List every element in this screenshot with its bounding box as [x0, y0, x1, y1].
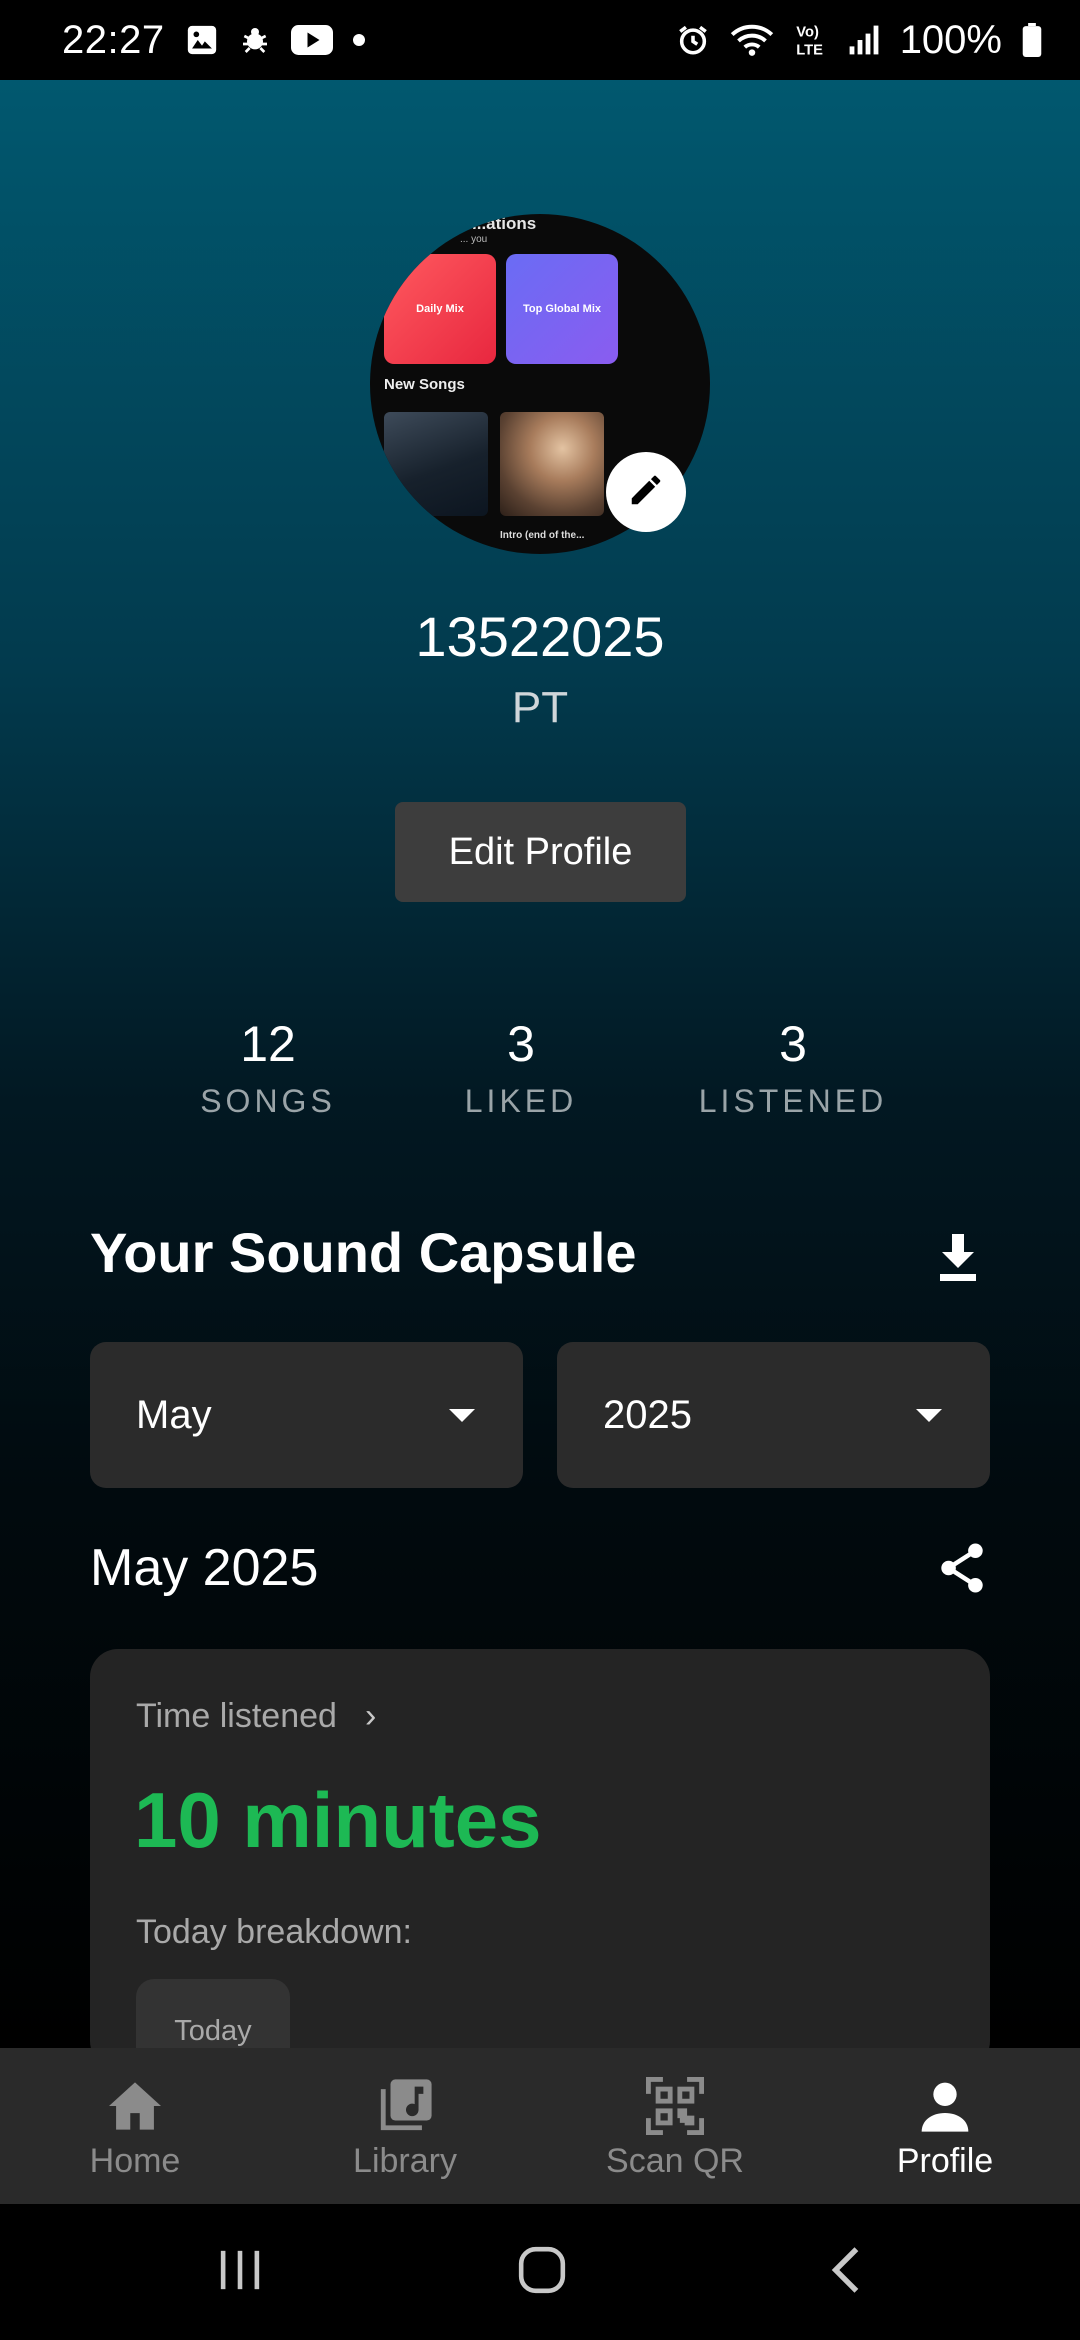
avatar-preview-subtitle: ... you — [460, 234, 488, 245]
qr-icon — [643, 2074, 707, 2138]
avatar-preview-cover-2 — [500, 412, 604, 516]
system-nav-bar — [0, 2204, 1080, 2340]
avatar-preview-cover-1 — [384, 412, 488, 516]
month-value: May — [136, 1392, 212, 1437]
battery-icon — [1022, 23, 1042, 57]
nav-home[interactable]: Home — [0, 2048, 270, 2204]
lte-icon: Vo) LTE — [794, 22, 828, 58]
library-icon — [373, 2074, 437, 2138]
caret-down-icon — [916, 1408, 942, 1422]
status-right: Vo) LTE 100% — [676, 18, 1042, 63]
stat-value: 3 — [779, 1016, 807, 1072]
home-circle-icon — [517, 2245, 567, 2300]
svg-text:Vo): Vo) — [796, 25, 819, 41]
avatar-preview-caption-1: ... — [450, 530, 459, 541]
period-title: May 2025 — [90, 1539, 319, 1597]
stats-row: 12 SONGS 3 LIKED 3 LISTENED — [0, 1015, 1080, 1135]
recents-icon — [217, 2248, 263, 2297]
nav-label: Profile — [896, 2142, 994, 2180]
stat-liked: 3 LIKED — [391, 1015, 651, 1120]
nav-library[interactable]: Library — [270, 2048, 540, 2204]
download-button[interactable] — [928, 1230, 988, 1290]
avatar-preview-section: New Songs — [384, 376, 465, 393]
sound-capsule-title: Your Sound Capsule — [90, 1221, 637, 1284]
download-icon — [936, 1233, 980, 1287]
back-icon — [828, 2245, 864, 2300]
display-name: PT — [511, 683, 569, 732]
signal-icon — [848, 24, 880, 56]
stat-label: LISTENED — [698, 1083, 888, 1119]
back-button[interactable] — [806, 2242, 886, 2302]
month-dropdown[interactable]: May — [90, 1342, 523, 1488]
bug-icon — [239, 24, 271, 56]
stat-value: 12 — [240, 1016, 296, 1072]
chevron-right-icon: › — [364, 1697, 377, 1735]
stat-value: 3 — [507, 1016, 535, 1072]
today-chip[interactable]: Today — [136, 1979, 290, 2048]
time-listened-value: 10 minutes — [134, 1776, 542, 1864]
stat-listened: 3 LISTENED — [663, 1015, 923, 1120]
stat-label: LIKED — [464, 1083, 578, 1119]
nav-label: Home — [89, 2142, 181, 2180]
pencil-icon — [627, 471, 665, 514]
nav-label: Scan QR — [606, 2142, 744, 2180]
breakdown-label: Today breakdown: — [136, 1913, 412, 1951]
card-label: Time listened — [136, 1697, 337, 1735]
battery-percent: 100% — [899, 17, 1002, 62]
svg-text:LTE: LTE — [796, 43, 823, 58]
alarm-icon — [676, 23, 710, 57]
profile-icon — [913, 2074, 977, 2138]
gallery-icon — [185, 23, 219, 57]
home-icon — [103, 2074, 167, 2138]
nav-label: Library — [353, 2142, 457, 2180]
username: 13522025 — [415, 605, 665, 668]
status-time: 22:27 — [62, 17, 165, 62]
share-button[interactable] — [934, 1542, 990, 1598]
youtube-icon — [290, 25, 333, 55]
home-system-button[interactable] — [502, 2242, 582, 2302]
caret-down-icon — [449, 1408, 475, 1422]
stat-label: SONGS — [200, 1083, 336, 1119]
stat-songs: 12 SONGS — [138, 1015, 398, 1120]
year-dropdown[interactable]: 2025 — [557, 1342, 990, 1488]
edit-profile-button[interactable]: Edit Profile — [395, 802, 686, 902]
time-listened-card[interactable]: Time listened › 10 minutes Today breakdo… — [90, 1649, 990, 2048]
avatar-preview-caption-2: Intro (end of the... — [500, 530, 585, 541]
bottom-nav: Home Library Scan QR Profile — [0, 2048, 1080, 2204]
avatar-preview-title: ...ations — [472, 214, 537, 233]
share-icon — [939, 1542, 985, 1598]
status-left: 22:27 — [62, 18, 365, 63]
profile-screen[interactable]: ...ations ... you Daily Mix Top Global M… — [0, 80, 1080, 2048]
status-bar: 22:27 Vo) LTE 100% — [0, 0, 1080, 80]
nav-scan-qr[interactable]: Scan QR — [540, 2048, 810, 2204]
avatar-preview-top-global: Top Global Mix — [506, 254, 618, 364]
edit-avatar-button[interactable] — [606, 452, 686, 532]
avatar-container: ...ations ... you Daily Mix Top Global M… — [370, 214, 710, 554]
wifi-icon — [730, 22, 774, 58]
dot-icon — [352, 34, 365, 46]
recents-button[interactable] — [200, 2242, 280, 2302]
year-value: 2025 — [603, 1392, 692, 1437]
avatar-preview-daily-mix: Daily Mix — [384, 254, 496, 364]
card-header[interactable]: Time listened › — [136, 1697, 376, 1736]
nav-profile[interactable]: Profile — [810, 2048, 1080, 2204]
